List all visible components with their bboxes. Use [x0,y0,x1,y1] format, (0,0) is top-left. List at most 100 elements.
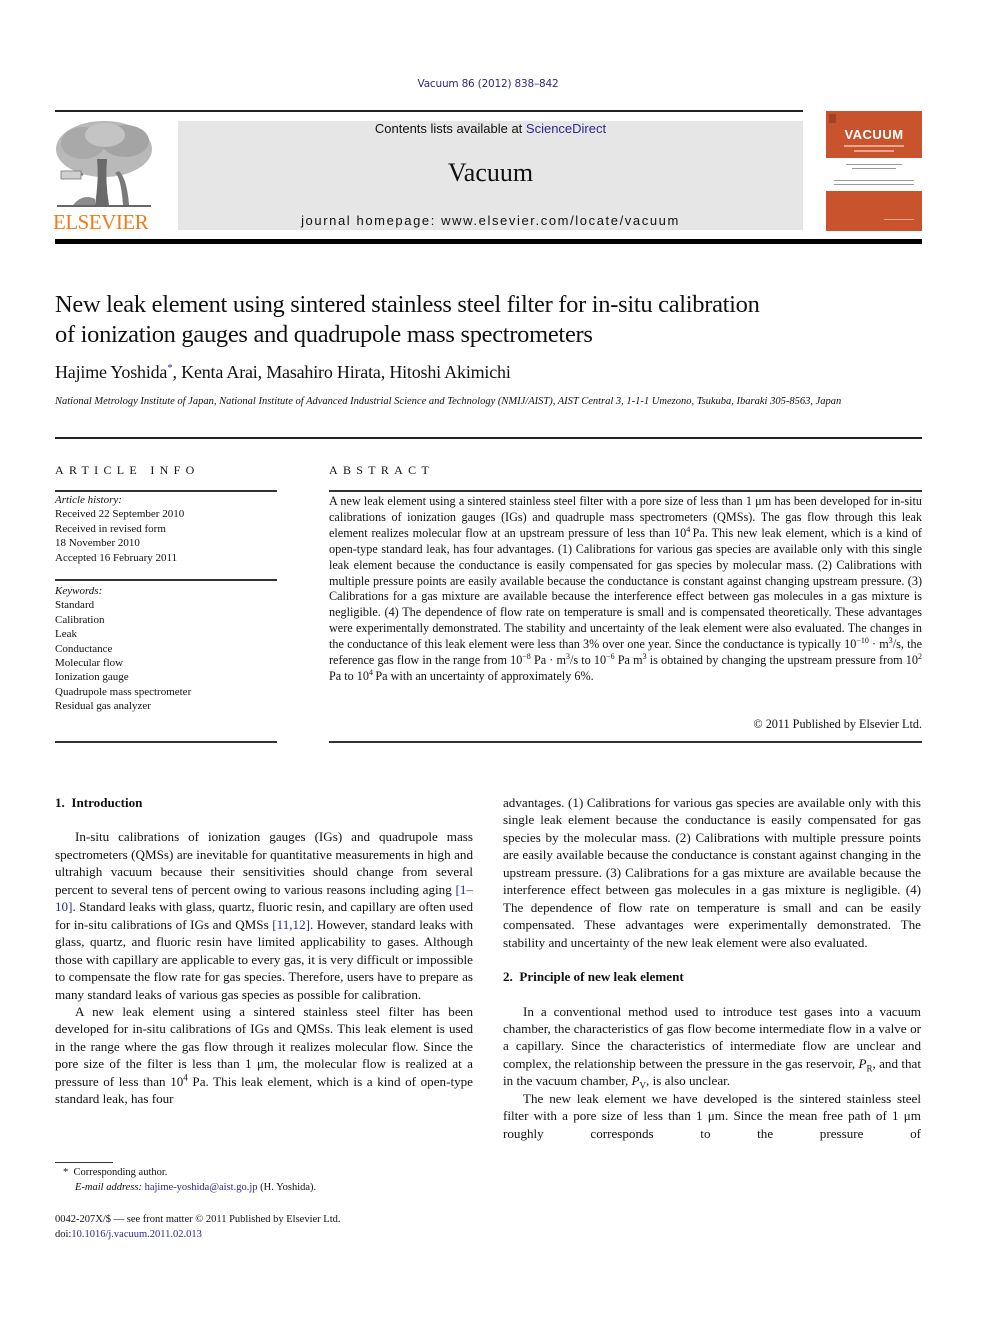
doi-link[interactable]: 10.1016/j.vacuum.2011.02.013 [71,1229,202,1240]
principle-paragraph-1: In a conventional method used to introdu… [503,1003,921,1091]
cover-emblem-icon [829,114,836,123]
abstract-heading: ABSTRACT [329,463,435,477]
history-item: Received 22 September 2010 [55,508,185,521]
homepage-label: journal homepage: [301,213,442,228]
cover-title: VACUUM [844,127,904,142]
article-title: New leak element using sintered stainles… [55,290,935,350]
superscript: 2 [918,652,922,661]
keyword-item: Standard [55,599,95,612]
keyword-item: Calibration [55,613,105,626]
intro-paragraph-1: In-situ calibrations of ionization gauge… [55,828,473,1003]
keyword-item: Conductance [55,642,113,655]
front-matter-note: 0042-207X/$ — see front matter © 2011 Pu… [55,1212,485,1242]
footnote-text: Corresponding author. [73,1167,168,1178]
front-matter-text: 0042-207X/$ — see front matter © 2011 Pu… [55,1214,341,1225]
principle-paragraph-2: The new leak element we have developed i… [503,1090,921,1141]
title-block-rule [55,437,922,439]
cover-text-line [852,168,896,169]
author-separator: , [257,362,267,382]
keywords-label: Keywords: [55,585,103,597]
sciencedirect-link[interactable]: ScienceDirect [526,121,606,136]
abstract-segment: Pa to 10 [329,668,369,683]
abstract-segment: · m [868,637,889,652]
body-column-right: advantages. (1) Calibrations for various… [503,794,921,1142]
article-history: Article history: Received 22 September 2… [55,493,277,565]
abstract-segment: Pa m [614,653,643,668]
keyword-item: Molecular flow [55,657,124,670]
cover-text-line [846,164,902,165]
header-thick-rule [55,239,922,244]
history-item: Received in revised form [55,522,166,535]
email-label: E-mail address: [75,1182,142,1193]
header-top-rule [55,110,803,112]
symbol-p: P [631,1073,640,1089]
corresponding-author-footnote: * Corresponding author. E-mail address: … [55,1165,485,1195]
history-item: 18 November 2010 [55,537,140,550]
keyword-item: Ionization gauge [55,671,129,684]
email-link[interactable]: hajime-yoshida@aist.go.jp [145,1182,258,1193]
section-1-heading: 1. Introduction [55,795,143,810]
superscript: −10 [856,636,869,646]
homepage-url-link[interactable]: www.elsevier.com/locate/vacuum [441,213,680,228]
abstract-segment: Pa. This new leak element, which is a ki… [329,525,922,652]
footnote-rule [55,1162,113,1163]
article-info-bottom-rule [55,741,277,743]
abstract-rule [329,490,922,492]
keyword-item: Quadrupole mass spectrometer [55,685,192,698]
abstract-copyright: © 2011 Published by Elsevier Ltd. [753,717,922,731]
article-info-heading: ARTICLE INFO [55,463,200,477]
history-label: Article history: [55,494,122,506]
title-line-1: New leak element using sintered stainles… [55,291,760,318]
journal-cover-thumbnail[interactable]: VACUUM [826,111,922,231]
article-info-rule [55,490,277,492]
intro-paragraph-2-continued: advantages. (1) Calibrations for various… [503,795,921,950]
abstract-bottom-rule [329,741,922,743]
keywords-list: Keywords: Standard Calibration Leak Cond… [55,584,277,714]
text-segment: In-situ calibrations of ionization gauge… [55,829,473,897]
citation-link[interactable]: Vacuum 86 (2012) 838–842 [418,78,559,90]
contents-prefix: Contents lists available at [374,121,526,136]
cover-text-line [834,180,914,181]
doi-label: doi: [55,1229,72,1240]
keyword-item: Residual gas analyzer [55,700,151,713]
citation-ref-link[interactable]: [11,12] [272,917,310,932]
cover-white-band [826,158,922,191]
tree-icon [53,119,155,211]
journal-name: Vacuum [447,158,534,187]
history-item: Accepted 16 February 2011 [55,551,178,564]
cover-text-line [834,184,914,185]
email-suffix: (H. Yoshida). [257,1182,317,1193]
abstract-segment: Pa · m [530,653,566,668]
author-name: Hitoshi Akimichi [389,362,511,382]
title-line-2: of ionization gauges and quadrupole mass… [55,321,593,348]
abstract-segment: is obtained by changing the upstream pre… [646,653,918,668]
abstract-segment: Pa with an uncertainty of approximately … [372,668,594,683]
footnote-mark: * [63,1167,69,1178]
keywords-rule [55,579,277,581]
symbol-p: P [858,1055,867,1071]
keyword-item: Leak [55,628,77,641]
author-name: Hajime Yoshida [55,362,168,382]
author-affiliation: National Metrology Institute of Japan, N… [55,396,842,407]
journal-citation[interactable]: Vacuum 86 (2012) 838–842 [0,78,976,90]
author-list: Hajime Yoshida*, Kenta Arai, Masahiro Hi… [55,362,935,383]
section-2-heading: 2. Principle of new leak element [503,969,684,985]
journal-homepage: journal homepage: www.elsevier.com/locat… [178,213,803,228]
cover-publisher-line [884,219,914,220]
abstract-text: A new leak element using a sintered stai… [329,494,922,685]
text-segment: , is also unclear. [646,1073,731,1089]
superscript: −8 [522,652,531,661]
intro-paragraph-2: A new leak element using a sintered stai… [55,1003,473,1108]
elsevier-wordmark: ELSEVIER [53,210,149,234]
abstract-segment: /s to 10 [570,653,607,668]
cover-subtitle-line [844,145,904,147]
body-column-left: 1. Introduction In-situ calibrations of … [55,794,473,1108]
author-name: Masahiro Hirata [266,362,381,382]
cover-subtitle-line [854,150,894,152]
author-name: Kenta Arai [181,362,258,382]
superscript: −6 [606,652,615,661]
author-separator: , [172,362,182,382]
